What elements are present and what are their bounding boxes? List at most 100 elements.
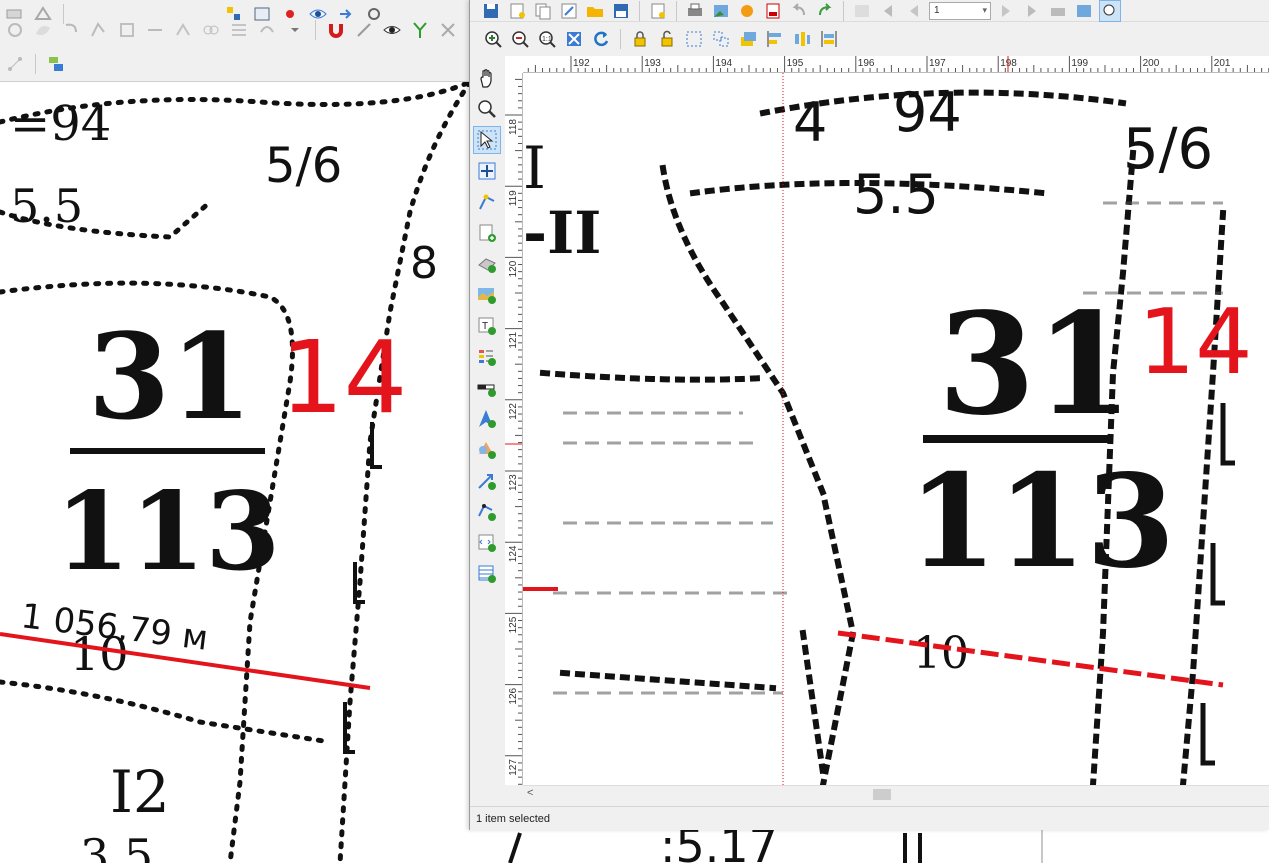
new-layout-icon[interactable]	[506, 0, 528, 22]
ruler-label: 196	[858, 58, 875, 69]
distribute-icon[interactable]	[791, 28, 813, 50]
export-pdf-icon[interactable]	[762, 0, 784, 22]
zoom-actual-icon[interactable]: 1:1	[536, 28, 558, 50]
previous-feature-icon[interactable]	[903, 0, 925, 22]
layout-label-5-5: 5.5	[853, 163, 939, 226]
unlock-items-icon[interactable]	[656, 28, 678, 50]
horizontal-ruler[interactable]: 192 193 194 195 196 197 198 199 200 201	[523, 56, 1269, 73]
next-feature-icon[interactable]	[995, 0, 1017, 22]
add-label-tool-button[interactable]: T	[473, 312, 501, 340]
print-icon[interactable]	[684, 0, 706, 22]
resize-icon[interactable]	[818, 28, 840, 50]
vertical-ruler[interactable]: 118 119 120 121 122 123 124 125 126 127	[505, 73, 523, 785]
magnet-icon[interactable]	[325, 19, 347, 41]
add-page-tool-button[interactable]	[473, 219, 501, 247]
atlas-settings-icon[interactable]	[1073, 0, 1095, 22]
atlas-preview-icon[interactable]	[851, 0, 873, 22]
last-feature-icon[interactable]	[1021, 0, 1043, 22]
save-icon[interactable]	[480, 0, 502, 22]
redo-icon[interactable]	[814, 0, 836, 22]
vertex-icon[interactable]	[4, 19, 26, 41]
layout-mark-ii: -II	[523, 199, 601, 267]
export-svg-icon[interactable]	[736, 0, 758, 22]
snap-icon[interactable]	[353, 19, 375, 41]
layout-toolbar-2: 1:1	[470, 22, 1269, 56]
add-node-item-tool-button[interactable]	[473, 498, 501, 526]
bg-label-5-17: :5.17	[660, 828, 778, 863]
plugin-icon[interactable]	[45, 53, 67, 75]
y-branch-icon[interactable]	[409, 19, 431, 41]
simplify-icon[interactable]	[88, 19, 110, 41]
layout-map-item[interactable]: 4 94 5.5 5/6 31 113 I -II 10 14	[523, 73, 1269, 785]
save-template-icon[interactable]	[610, 0, 632, 22]
add-shape-tool-button[interactable]	[473, 436, 501, 464]
add-page-icon[interactable]	[647, 0, 669, 22]
layout-manager-icon[interactable]	[558, 0, 580, 22]
scrollbar-thumb[interactable]	[873, 789, 891, 800]
zoom-tool-button[interactable]	[473, 95, 501, 123]
raise-items-icon[interactable]	[737, 28, 759, 50]
zoom-full-icon[interactable]	[1099, 0, 1121, 22]
add-north-arrow-tool-button[interactable]	[473, 405, 501, 433]
rotate-point-icon[interactable]	[256, 19, 278, 41]
add-label-icon: T	[478, 317, 496, 335]
open-folder-icon[interactable]	[584, 0, 606, 22]
add-map-icon	[478, 288, 496, 304]
layout-canvas[interactable]: 4 94 5.5 5/6 31 113 I -II 10 14	[523, 73, 1269, 785]
north-arrow-icon	[479, 410, 496, 428]
group-items-icon[interactable]	[683, 28, 705, 50]
add-attribute-table-tool-button[interactable]	[473, 560, 501, 588]
zoom-in-icon[interactable]	[482, 28, 504, 50]
ruler-label: 194	[715, 58, 732, 69]
main-toolbar-row-3	[0, 50, 67, 78]
reshape-icon[interactable]	[172, 19, 194, 41]
network-icon[interactable]	[4, 53, 26, 75]
move-content-tool-button[interactable]	[473, 157, 501, 185]
horizontal-scrollbar[interactable]: <	[523, 785, 1269, 802]
undo-icon[interactable]	[788, 0, 810, 22]
separator	[676, 0, 677, 21]
ruler-label: 195	[787, 58, 804, 69]
bg-label-31: 31	[88, 307, 252, 446]
refresh-icon[interactable]	[590, 28, 612, 50]
ruler-label: 119	[508, 190, 519, 206]
layout-label-113: 113	[908, 447, 1175, 597]
align-icon[interactable]	[228, 19, 250, 41]
main-toolbar-area	[0, 0, 470, 82]
zoom-out-icon[interactable]	[509, 28, 531, 50]
divider	[1041, 828, 1043, 863]
main-map-canvas[interactable]: =94 5.5 5/6 8 31 113 1 056,79 м 10 I2 3.…	[0, 82, 470, 863]
duplicate-layout-icon[interactable]	[532, 0, 554, 22]
screen: =94 5.5 5/6 8 31 113 1 056,79 м 10 I2 3.…	[0, 0, 1269, 863]
bg-label-10: 10	[70, 627, 129, 681]
separator	[620, 29, 621, 49]
eye-icon[interactable]	[381, 19, 403, 41]
dropdown-arrow-icon[interactable]	[284, 19, 306, 41]
align-left-icon[interactable]	[764, 28, 786, 50]
edit-nodes-tool-button[interactable]	[473, 188, 501, 216]
zoom-extent-icon[interactable]	[563, 28, 585, 50]
print-atlas-icon[interactable]	[1047, 0, 1069, 22]
add-3d-map-tool-button[interactable]	[473, 250, 501, 278]
select-move-tool-button[interactable]	[473, 126, 501, 154]
close-icon[interactable]	[437, 19, 459, 41]
add-map-tool-button[interactable]	[473, 281, 501, 309]
first-feature-icon[interactable]	[877, 0, 899, 22]
add-scalebar-tool-button[interactable]	[473, 374, 501, 402]
shape-edit-icon[interactable]	[32, 19, 54, 41]
ungroup-items-icon[interactable]	[710, 28, 732, 50]
atlas-page-spinbox[interactable]: 1 ▾	[929, 1, 991, 20]
lock-items-icon[interactable]	[629, 28, 651, 50]
horizontal-ruler-ticks: 192 193 194 195 196 197 198 199 200 201	[527, 56, 1269, 72]
split-icon[interactable]	[144, 19, 166, 41]
ruler-label: 127	[508, 759, 519, 776]
rotate-icon[interactable]	[60, 19, 82, 41]
add-arrow-tool-button[interactable]	[473, 467, 501, 495]
merge-icon[interactable]	[200, 19, 222, 41]
offset-icon[interactable]	[116, 19, 138, 41]
add-html-tool-button[interactable]	[473, 529, 501, 557]
pan-tool-button[interactable]	[473, 64, 501, 92]
scroll-left-arrow-icon[interactable]: <	[527, 787, 533, 799]
add-legend-tool-button[interactable]	[473, 343, 501, 371]
export-image-icon[interactable]	[710, 0, 732, 22]
